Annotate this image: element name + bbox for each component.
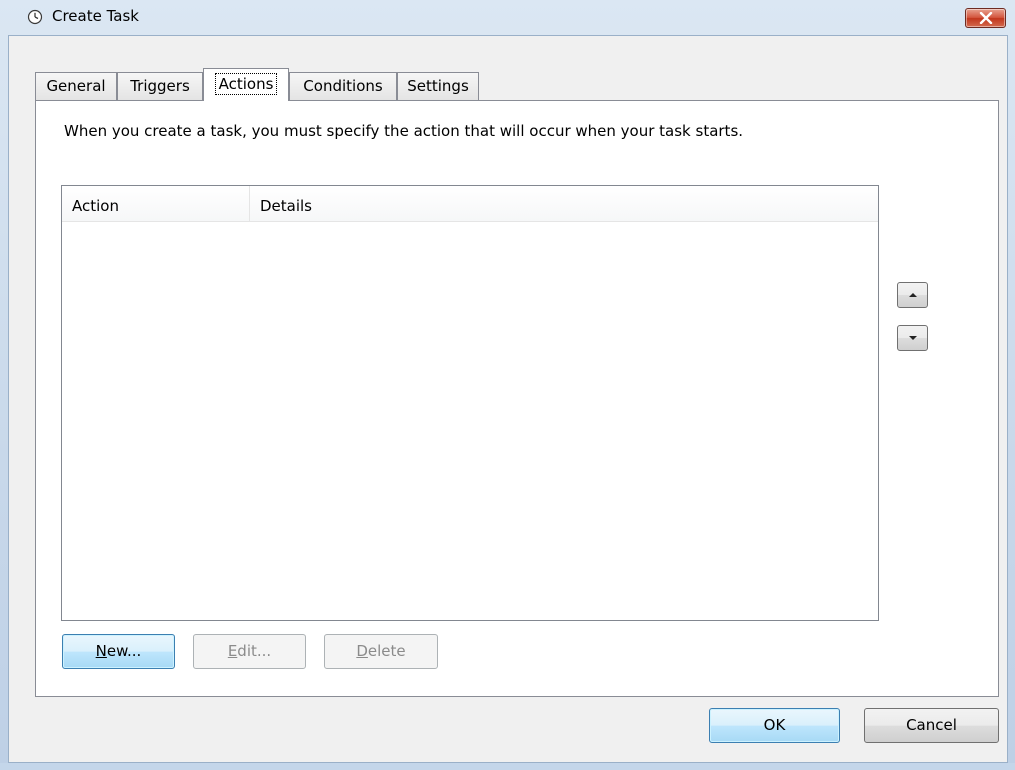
list-header: Action Details	[62, 186, 878, 222]
new-action-button[interactable]: New...	[62, 634, 175, 669]
triangle-up-icon	[909, 293, 917, 297]
window-title: Create Task	[52, 7, 139, 25]
clock-icon	[27, 9, 43, 25]
column-header-action[interactable]: Action	[62, 186, 250, 221]
close-icon	[979, 12, 993, 24]
triangle-down-icon	[909, 336, 917, 340]
close-button[interactable]	[965, 8, 1006, 28]
move-down-button[interactable]	[897, 325, 928, 351]
button-label-rest: elete	[367, 642, 406, 660]
tab-actions[interactable]: Actions	[203, 68, 289, 101]
create-task-window: Create Task General Triggers Actions Con…	[0, 0, 1015, 770]
cancel-button[interactable]: Cancel	[864, 708, 999, 743]
tab-label: General	[46, 77, 106, 95]
ok-button[interactable]: OK	[709, 708, 840, 743]
column-header-details[interactable]: Details	[250, 186, 878, 221]
tab-settings[interactable]: Settings	[397, 72, 479, 100]
access-key: N	[95, 642, 107, 660]
tab-label: Conditions	[303, 77, 383, 95]
button-label-rest: dit...	[237, 642, 272, 660]
actions-list[interactable]: Action Details	[61, 185, 879, 621]
tab-general[interactable]: General	[35, 72, 117, 100]
actions-description: When you create a task, you must specify…	[64, 122, 744, 140]
tab-triggers[interactable]: Triggers	[117, 72, 203, 100]
tab-label: Actions	[214, 73, 278, 95]
tab-conditions[interactable]: Conditions	[289, 72, 397, 100]
button-label-rest: ew...	[106, 642, 142, 660]
edit-action-button[interactable]: Edit...	[193, 634, 306, 669]
access-key: E	[227, 642, 238, 660]
move-up-button[interactable]	[897, 282, 928, 308]
delete-action-button[interactable]: Delete	[324, 634, 438, 669]
window-bottom-edge	[0, 763, 1015, 770]
title-bar[interactable]: Create Task	[0, 0, 1015, 35]
access-key: D	[356, 642, 368, 660]
tab-label: Settings	[407, 77, 469, 95]
tab-label: Triggers	[130, 77, 190, 95]
